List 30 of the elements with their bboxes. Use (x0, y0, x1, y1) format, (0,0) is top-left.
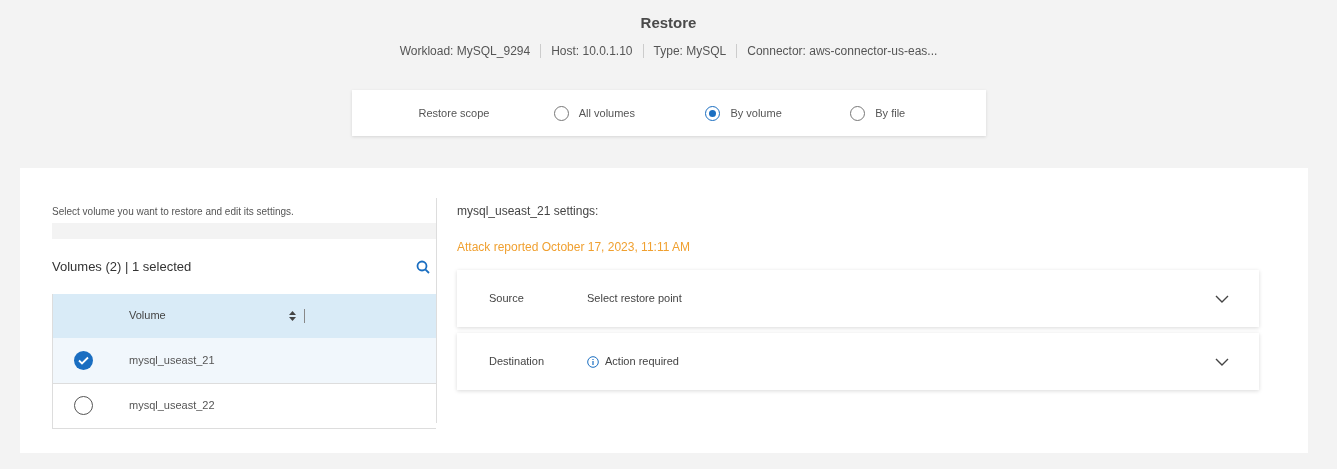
scope-radio[interactable]: All volumes (553, 103, 706, 123)
meta-text: Workload: MySQL_9294 (399, 43, 531, 60)
info-icon (587, 355, 599, 368)
table-row[interactable]: mysql_useast_21 (53, 337, 436, 383)
volume-name: mysql_useast_21 (129, 352, 215, 368)
settings-panel[interactable]: Source Select restore point (457, 270, 1259, 327)
settings-panel[interactable]: Destination Action required (457, 333, 1259, 390)
section-value: Select restore point (587, 291, 682, 307)
scope-radio[interactable]: By file (850, 103, 986, 123)
meta-text: Host: 10.0.1.10 (551, 43, 633, 60)
page-title: Restore (640, 13, 697, 33)
alert-message: Attack reported October 17, 2023, 11:11 AM (457, 240, 691, 254)
volume-name: mysql_useast_22 (129, 398, 215, 414)
chevron-icon[interactable] (1215, 357, 1229, 366)
chevron-icon[interactable] (1215, 294, 1229, 303)
volumes-heading: Volumes (2) | 1 selected (52, 258, 192, 276)
instruction-text: Select volume you want to restore and edit its settings. (52, 205, 295, 219)
meta-text: Type: MySQL (653, 43, 727, 60)
settings-title: mysql_useast_21 settings: (457, 203, 600, 220)
column-header[interactable]: Volume (129, 307, 289, 324)
check-icon (78, 355, 89, 365)
scope-radio[interactable]: By volume (705, 103, 851, 123)
section-label: Destination (489, 354, 546, 370)
scope-label: Restore scope (418, 105, 491, 121)
meta-text: Connector: aws-connector-us-eas... (747, 43, 938, 60)
search-icon[interactable] (416, 259, 430, 274)
sort-icon[interactable] (289, 310, 296, 321)
section-value: Action required (605, 354, 679, 370)
section-label: Source (489, 291, 525, 307)
row-checkbox[interactable] (74, 350, 93, 370)
